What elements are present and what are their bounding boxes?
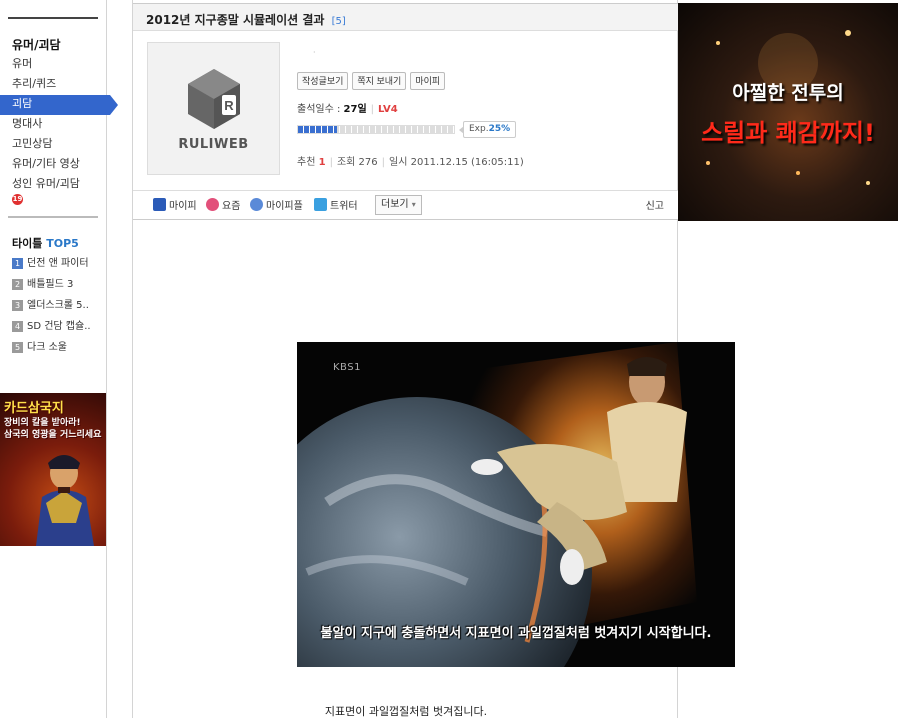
- rank-badge: 3: [12, 299, 23, 311]
- post-title-bar: 2012년 지구종말 시뮬레이션 결과 [5]: [133, 3, 678, 31]
- share-yozm-label: 요즘: [222, 201, 241, 212]
- sidebar-item-adult[interactable]: 성인 유머/괴담 19: [0, 175, 118, 207]
- top5-list: 1 던전 앤 파이터 2 배틀필드 3 3 엘더스크롤 5.. 4 SD 건담 캡슐..…: [12, 255, 91, 360]
- right-ad-line1: 아찔한 전투의: [732, 82, 844, 104]
- top5-item[interactable]: 5 다크 소울: [12, 339, 91, 360]
- share-mypeople-label: 마이피플: [266, 201, 303, 212]
- sidebar-item-horror[interactable]: 괴담: [0, 95, 118, 115]
- broadcast-channel-logo: KBS1: [333, 362, 361, 373]
- sparkle-background-icon: [706, 30, 870, 185]
- earth-collision-illustration-icon: [297, 342, 735, 667]
- post-image: KBS1 불알이 지구에 충돌하면서 지표면이 과일껍질처럼 벗겨지기 시작합니…: [297, 342, 735, 667]
- more-label: 더보기: [381, 199, 409, 210]
- warrior-illustration-icon: [36, 455, 94, 546]
- attendance-label: 출석일수 :: [297, 104, 341, 115]
- right-ad-line2: 스릴과 쾌감까지!: [701, 119, 875, 147]
- right-ad-banner[interactable]: 아찔한 전투의 스릴과 쾌감까지!: [678, 3, 898, 221]
- category-list: 유머 추리/퀴즈 괴담 명대사 고민상담 유머/기타 영상 성인 유머/괴담 1…: [0, 55, 118, 207]
- share-mypi-label: 마이피: [169, 201, 197, 212]
- top5-item[interactable]: 2 배틀필드 3: [12, 276, 91, 297]
- svg-text:R: R: [224, 98, 234, 113]
- sidebar-divider: [8, 216, 98, 218]
- left-sidebar: 유머/괴담 유머 추리/퀴즈 괴담 명대사 고민상담 유머/기타 영상 성인 유…: [0, 0, 118, 718]
- image-caption: 불알이 지구에 충돌하면서 지표면이 과일껍질처럼 벗겨지기 시작합니다.: [320, 626, 712, 641]
- post-column: 2012년 지구종말 시뮬레이션 결과 [5] R RULIWEB · 작성글보…: [132, 0, 735, 718]
- exp-label: Exp.25%: [458, 121, 517, 138]
- share-twitter-label: 트위터: [330, 201, 358, 212]
- avatar[interactable]: R RULIWEB: [147, 42, 280, 175]
- recommend-count: 1: [318, 157, 326, 168]
- top5-item[interactable]: 1 던전 앤 파이터: [12, 255, 91, 276]
- top5-title-accent: TOP5: [46, 237, 79, 250]
- sidebar-top-rule: [8, 17, 98, 19]
- category-title: 유머/괴담: [12, 38, 61, 52]
- top5-title-text: 타이틀: [12, 237, 43, 250]
- post-title-text: 2012년 지구종말 시뮬레이션 결과: [146, 13, 325, 27]
- author-nickname[interactable]: ·: [313, 48, 316, 57]
- age-19-icon: 19: [12, 194, 23, 205]
- share-twitter[interactable]: 트위터: [314, 197, 358, 212]
- sidebar-item-quotes[interactable]: 명대사: [0, 115, 118, 135]
- sidebar-ad-line2: 삼국의 영광을 거느리세요: [4, 430, 102, 440]
- top5-item[interactable]: 4 SD 건담 캡슐..: [12, 318, 91, 339]
- views-label: 조회: [336, 157, 356, 168]
- top5-item-label: 던전 앤 파이터: [27, 258, 89, 269]
- mypeople-icon: [250, 198, 263, 211]
- post-date: 2011.12.15 (16:05:11): [410, 157, 524, 168]
- views-count: 276: [358, 157, 378, 168]
- chevron-down-icon: ▾: [411, 200, 416, 209]
- avatar-logo-text: RULIWEB: [178, 137, 249, 152]
- rank-badge: 5: [12, 341, 23, 353]
- rank-badge: 1: [12, 257, 23, 269]
- recommend-label: 추천: [297, 157, 316, 168]
- level-badge: LV4: [378, 104, 398, 115]
- view-posts-button[interactable]: 작성글보기: [297, 72, 349, 90]
- sidebar-item-adult-label: 성인 유머/괴담: [12, 177, 80, 190]
- date-label: 일시: [389, 157, 408, 168]
- rank-badge: 2: [12, 278, 23, 290]
- exp-progress-bar: [297, 125, 455, 134]
- post-title: 2012년 지구종말 시뮬레이션 결과 [5]: [146, 11, 346, 28]
- yozm-icon: [206, 198, 219, 211]
- top5-item-label: 배틀필드 3: [27, 279, 74, 290]
- attendance-value: 27일: [343, 104, 367, 115]
- top5-item-label: 다크 소울: [27, 342, 67, 353]
- exp-label-text: Exp.: [469, 124, 489, 134]
- ruliweb-logo-icon: R: [188, 69, 240, 129]
- twitter-icon: [314, 198, 327, 211]
- rank-badge: 4: [12, 320, 23, 332]
- sidebar-ad-banner[interactable]: 카드삼국지 장비의 칼을 받아라! 삼국의 영광을 거느리세요: [0, 393, 106, 546]
- exp-progress-fill: [298, 126, 337, 133]
- top5-item-label: 엘더스크롤 5..: [27, 300, 89, 311]
- top5-title: 타이틀 TOP5: [12, 235, 79, 251]
- author-buttons: 작성글보기 쪽지 보내기 마이피: [297, 72, 446, 90]
- attendance-info: 출석일수 : 27일 | LV4: [297, 104, 398, 115]
- send-note-button[interactable]: 쪽지 보내기: [352, 72, 407, 90]
- sidebar-item-quiz[interactable]: 추리/퀴즈: [0, 75, 118, 95]
- exp-percent: 25%: [488, 124, 511, 134]
- sidebar-item-humor[interactable]: 유머: [0, 55, 118, 75]
- comment-count[interactable]: [5]: [332, 16, 346, 27]
- share-mypi[interactable]: 마이피: [153, 197, 197, 212]
- mypi-button[interactable]: 마이피: [410, 72, 446, 90]
- post-meta: 추천 1 | 조회 276 | 일시 2011.12.15 (16:05:11): [297, 157, 524, 168]
- share-yozm[interactable]: 요즘: [206, 197, 240, 212]
- mypi-icon: [153, 198, 166, 211]
- report-button[interactable]: 신고: [646, 197, 664, 212]
- sidebar-item-counsel[interactable]: 고민상담: [0, 135, 118, 155]
- share-bar: 마이피 요즘 마이피플 트위터 더보기 ▾ 신고: [133, 190, 678, 220]
- sidebar-item-videos[interactable]: 유머/기타 영상: [0, 155, 118, 175]
- sidebar-ad-title: 카드삼국지: [4, 401, 64, 416]
- top5-item-label: SD 건담 캡슐..: [27, 321, 91, 332]
- top5-item[interactable]: 3 엘더스크롤 5..: [12, 297, 91, 318]
- share-mypeople[interactable]: 마이피플: [250, 197, 303, 212]
- more-button[interactable]: 더보기 ▾: [375, 195, 422, 215]
- post-body-text: 지표면이 과일껍질처럼 벗겨집니다.: [324, 705, 488, 718]
